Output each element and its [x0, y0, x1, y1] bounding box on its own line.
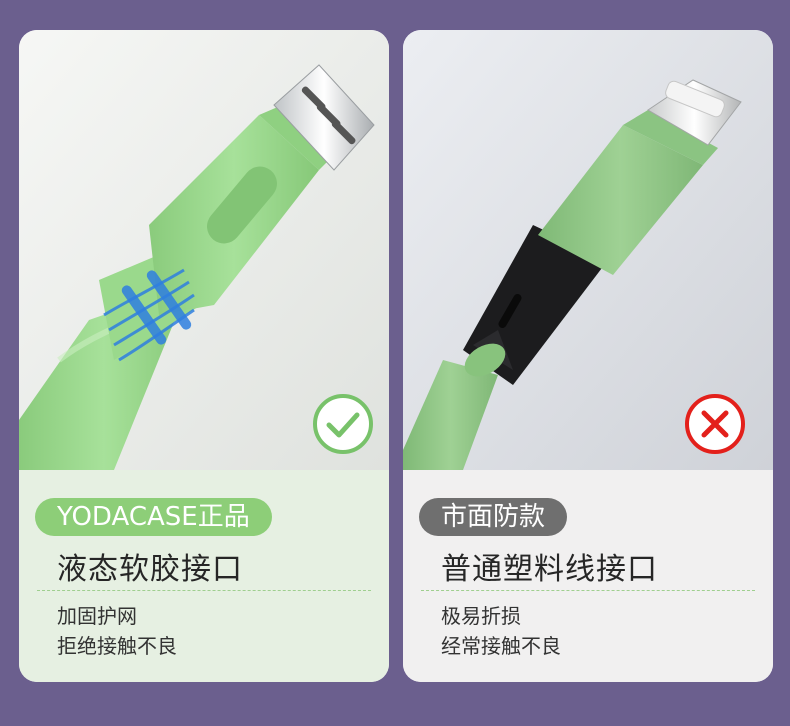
connector-title: 液态软胶接口: [57, 552, 243, 587]
feature-item: 极易折损: [441, 604, 521, 628]
genuine-product-card: YODACASE正品 液态软胶接口 加固护网 拒绝接触不良: [19, 30, 389, 682]
feature-item: 加固护网: [57, 604, 137, 628]
market-badge: 市面防款: [419, 498, 568, 536]
connector-title: 普通塑料线接口: [441, 552, 658, 587]
cross-circle-icon: [685, 394, 745, 454]
comparison-page: YODACASE正品 液态软胶接口 加固护网 拒绝接触不良 市面防款 普通塑料线…: [0, 0, 790, 726]
feature-item: 拒绝接触不良: [57, 634, 177, 658]
feature-item: 经常接触不良: [441, 634, 561, 658]
check-circle-icon: [313, 394, 373, 454]
genuine-info-panel: YODACASE正品 液态软胶接口 加固护网 拒绝接触不良: [19, 470, 389, 682]
generic-info-panel: 市面防款 普通塑料线接口 极易折损 经常接触不良: [403, 470, 773, 682]
dashed-divider: [37, 590, 371, 591]
generic-product-card: 市面防款 普通塑料线接口 极易折损 经常接触不良: [403, 30, 773, 682]
dashed-divider: [421, 590, 755, 591]
brand-badge: YODACASE正品: [35, 498, 272, 536]
